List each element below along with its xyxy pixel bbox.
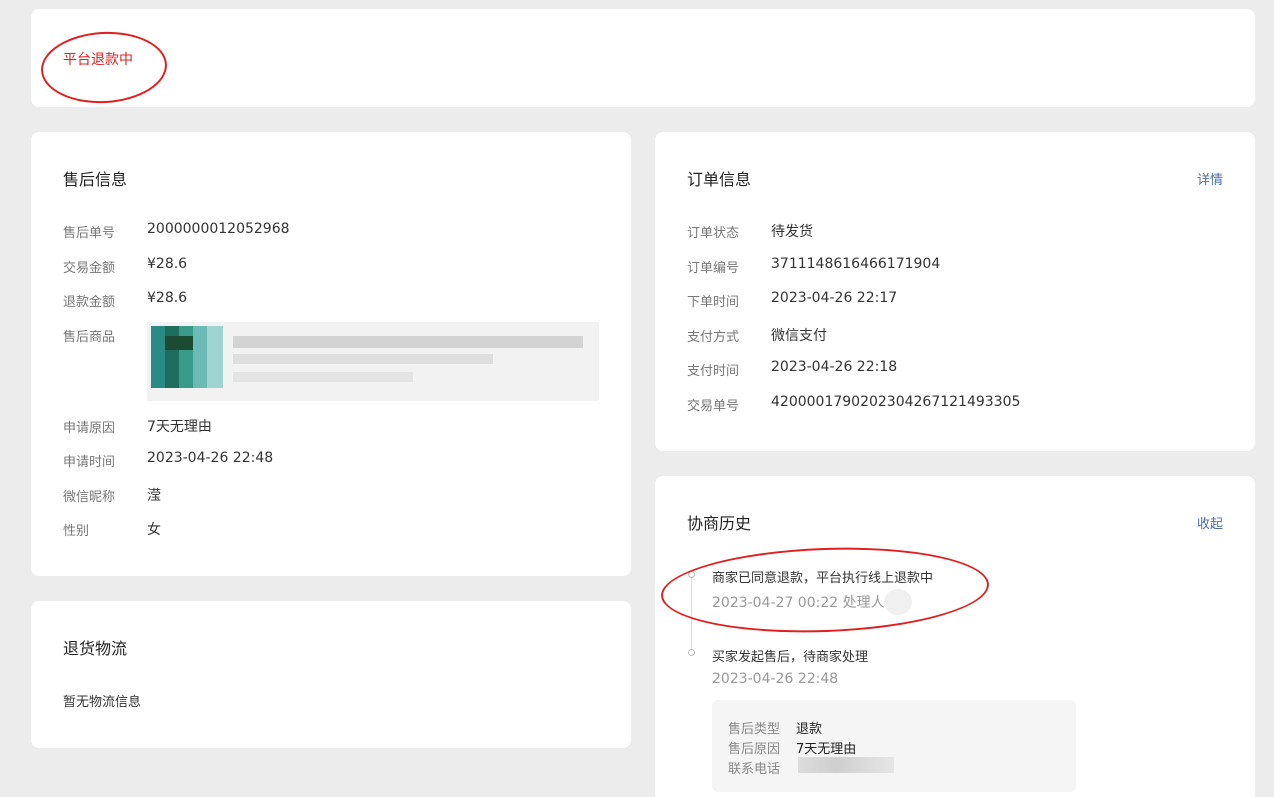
order-number-value: 3711148616466171904	[771, 256, 941, 272]
aftersale-type-label: 售后类型	[728, 722, 781, 737]
order-detail-link[interactable]: 详情	[1197, 169, 1223, 188]
aftersale-info-card: 售后信息 售后单号 2000000012052968 交易金额 ¥28.6 退款…	[31, 132, 631, 576]
event-highlight-circle	[659, 542, 991, 638]
wechat-nickname-label: 微信昵称	[63, 490, 116, 505]
aftersale-reason-label: 售后原因	[728, 742, 781, 757]
aftersale-product-label: 售后商品	[63, 330, 116, 345]
collapse-link[interactable]: 收起	[1197, 513, 1223, 532]
gender-label: 性别	[63, 524, 90, 539]
product-extra-blurred	[233, 372, 413, 382]
logistics-title: 退货物流	[63, 639, 128, 658]
status-card: 平台退款中	[31, 9, 1255, 107]
product-card-blurred[interactable]	[147, 322, 599, 401]
refund-amount-value: ¥28.6	[147, 290, 188, 306]
order-title: 订单信息	[687, 170, 752, 189]
product-title-blurred	[233, 336, 583, 348]
wechat-nickname-value: 滢	[147, 488, 161, 504]
return-logistics-card: 退货物流 暂无物流信息	[31, 601, 631, 748]
order-time-value: 2023-04-26 22:17	[771, 290, 898, 306]
aftersale-type-value: 退款	[796, 722, 823, 737]
contact-phone-blurred	[798, 757, 894, 773]
payment-method-value: 微信支付	[771, 328, 827, 344]
order-number-label: 订单编号	[687, 261, 740, 276]
logistics-empty-text: 暂无物流信息	[63, 695, 142, 710]
refund-amount-label: 退款金额	[63, 295, 116, 310]
aftersale-title: 售后信息	[63, 170, 128, 189]
aftersale-number-value: 2000000012052968	[147, 221, 290, 237]
timeline-dot	[688, 649, 695, 656]
order-status-value: 待发货	[771, 224, 813, 240]
trade-amount-value: ¥28.6	[147, 256, 188, 272]
status-highlight-circle	[39, 28, 169, 107]
payment-time-label: 支付时间	[687, 364, 740, 379]
apply-reason-value: 7天无理由	[147, 419, 212, 435]
order-info-card: 订单信息 详情 订单状态 待发货 订单编号 371114861646617190…	[655, 132, 1255, 451]
apply-time-value: 2023-04-26 22:48	[147, 450, 274, 466]
payment-method-label: 支付方式	[687, 330, 740, 345]
gender-value: 女	[147, 522, 161, 538]
transaction-number-value: 4200001790202304267121493305	[771, 394, 1021, 410]
contact-phone-label: 联系电话	[728, 762, 781, 777]
order-time-label: 下单时间	[687, 295, 740, 310]
negotiation-history-card: 协商历史 收起 商家已同意退款，平台执行线上退款中 2023-04-27 00:…	[655, 476, 1255, 797]
order-status-label: 订单状态	[687, 226, 740, 241]
payment-time-value: 2023-04-26 22:18	[771, 359, 898, 375]
history-title: 协商历史	[687, 514, 752, 533]
transaction-number-label: 交易单号	[687, 399, 740, 414]
event-meta: 2023-04-26 22:48	[712, 671, 839, 687]
apply-reason-label: 申请原因	[63, 421, 116, 436]
aftersale-number-label: 售后单号	[63, 226, 116, 241]
event-title: 买家发起售后，待商家处理	[712, 650, 869, 665]
product-image	[151, 326, 223, 388]
product-spec-blurred	[233, 354, 493, 364]
aftersale-detail-box: 售后类型 退款 售后原因 7天无理由 联系电话	[712, 700, 1076, 792]
aftersale-reason-value: 7天无理由	[796, 742, 857, 757]
apply-time-label: 申请时间	[63, 455, 116, 470]
trade-amount-label: 交易金额	[63, 261, 116, 276]
